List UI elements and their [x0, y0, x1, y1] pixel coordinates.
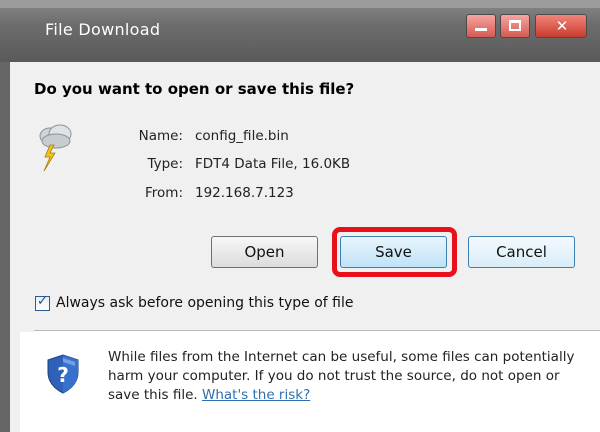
- svg-text:?: ?: [57, 363, 69, 387]
- warning-panel: ? While files from the Internet can be u…: [20, 332, 600, 432]
- title-bar[interactable]: File Download ✕: [0, 0, 600, 62]
- warning-text: While files from the Internet can be use…: [108, 348, 594, 405]
- cancel-button[interactable]: Cancel: [468, 236, 575, 268]
- file-source: 192.168.7.123: [195, 185, 294, 201]
- minimize-icon: [475, 28, 487, 31]
- type-label: Type:: [147, 156, 183, 172]
- window-title: File Download: [45, 20, 161, 39]
- warning-message: While files from the Internet can be use…: [108, 349, 575, 403]
- window-frame-left: [0, 62, 10, 432]
- from-label: From:: [145, 185, 183, 201]
- dialog-content: Do you want to open or save this file? N…: [10, 62, 600, 432]
- title-bar-sheen: [0, 0, 600, 8]
- maximize-icon: [509, 20, 521, 31]
- checkmark-icon: ✓: [37, 294, 48, 309]
- close-button[interactable]: ✕: [535, 14, 587, 38]
- name-label: Name:: [138, 128, 183, 144]
- always-ask-checkbox[interactable]: ✓: [35, 294, 50, 311]
- minimize-button[interactable]: [466, 14, 496, 38]
- file-download-dialog: File Download ✕ Do you want to open or s…: [0, 0, 600, 432]
- weather-storm-file-icon: [39, 124, 72, 172]
- whats-the-risk-link[interactable]: What's the risk?: [202, 387, 310, 403]
- file-type: FDT4 Data File, 16.0KB: [195, 156, 351, 172]
- dialog-question: Do you want to open or save this file?: [34, 80, 355, 98]
- save-button[interactable]: Save: [340, 236, 447, 268]
- file-name: config_file.bin: [195, 128, 289, 144]
- close-icon: ✕: [555, 17, 569, 35]
- open-button[interactable]: Open: [211, 236, 318, 268]
- shield-question-icon: ?: [47, 354, 79, 394]
- always-ask-label[interactable]: Always ask before opening this type of f…: [56, 295, 354, 311]
- maximize-button[interactable]: [500, 14, 530, 38]
